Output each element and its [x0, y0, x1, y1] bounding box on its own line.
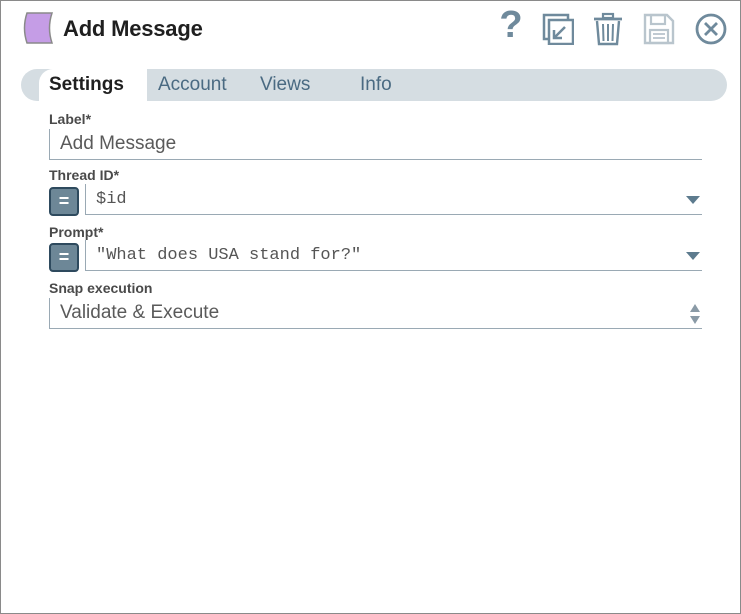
- tab-info[interactable]: Info: [360, 69, 392, 101]
- snap-execution-value: Validate & Execute: [60, 302, 220, 323]
- thread-id-expression-toggle[interactable]: =: [49, 187, 79, 216]
- snap-execution-field-label: Snap execution: [49, 280, 153, 296]
- save-button[interactable]: [641, 11, 677, 47]
- prompt-field-label: Prompt*: [49, 224, 104, 240]
- thread-id-value: $id: [96, 189, 127, 209]
- equals-icon: =: [58, 190, 70, 211]
- delete-button[interactable]: [590, 11, 626, 47]
- snap-settings-dialog: Add Message ? Settings Account Views Inf…: [0, 0, 741, 614]
- select-arrows-icon: [690, 304, 700, 324]
- tab-account[interactable]: Account: [158, 69, 227, 101]
- snap-execution-select[interactable]: Validate & Execute: [49, 298, 702, 329]
- trash-icon: [594, 12, 622, 46]
- help-button[interactable]: ?: [493, 4, 529, 46]
- prompt-dropdown-icon[interactable]: [686, 252, 700, 260]
- label-input[interactable]: Add Message: [49, 129, 702, 160]
- equals-icon: =: [58, 246, 70, 267]
- close-icon: [695, 13, 727, 45]
- expand-button[interactable]: [540, 11, 576, 47]
- snap-type-icon: [23, 12, 54, 44]
- label-field-label: Label*: [49, 111, 92, 127]
- tab-views[interactable]: Views: [260, 69, 310, 101]
- close-button[interactable]: [693, 11, 729, 47]
- save-icon: [643, 13, 675, 45]
- thread-id-input[interactable]: $id: [85, 184, 702, 215]
- prompt-expression-toggle[interactable]: =: [49, 243, 79, 272]
- expand-icon: [542, 13, 574, 45]
- prompt-input[interactable]: "What does USA stand for?": [85, 240, 702, 271]
- tab-bar: Settings Account Views Info: [21, 69, 727, 101]
- thread-id-dropdown-icon[interactable]: [686, 196, 700, 204]
- tab-settings[interactable]: Settings: [39, 69, 147, 101]
- help-icon: ?: [499, 4, 523, 46]
- dialog-header: Add Message ?: [1, 1, 740, 61]
- label-input-value: Add Message: [60, 133, 177, 154]
- thread-id-field-label: Thread ID*: [49, 167, 120, 183]
- dialog-title: Add Message: [63, 16, 203, 41]
- prompt-value: "What does USA stand for?": [96, 245, 362, 265]
